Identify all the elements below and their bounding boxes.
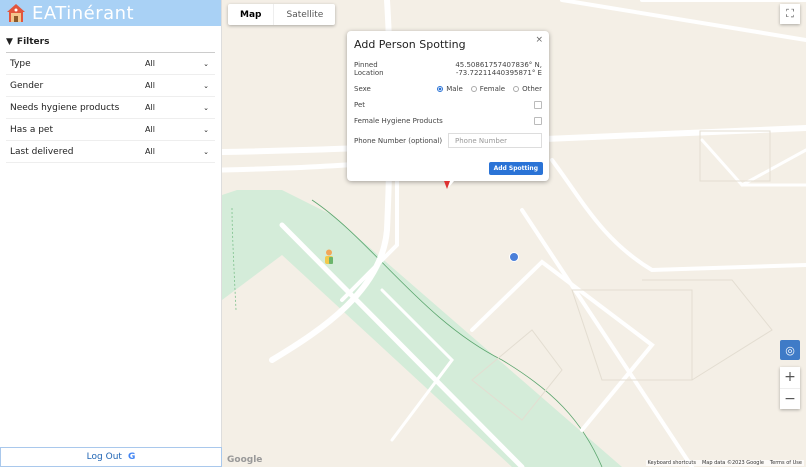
radio-male[interactable] xyxy=(437,86,444,92)
filter-label: Last delivered xyxy=(10,146,74,157)
phone-row: Phone Number (optional) Phone Number xyxy=(354,133,542,148)
google-icon: G xyxy=(127,452,136,462)
radio-label: Female xyxy=(479,85,506,93)
filter-select-gender[interactable]: All ⌄ xyxy=(145,81,215,90)
chevron-down-icon: ⌄ xyxy=(203,147,209,156)
pet-label: Pet xyxy=(354,101,366,109)
filter-row-pet: Has a pet All ⌄ xyxy=(6,119,215,141)
map-attribution: Keyboard shortcuts Map data ©2023 Google… xyxy=(645,460,804,466)
chevron-down-icon: ⌄ xyxy=(203,59,209,68)
filters-header[interactable]: ▼ Filters xyxy=(0,32,221,52)
phone-number-input[interactable]: Phone Number xyxy=(448,133,542,148)
radio-label: Other xyxy=(522,85,542,93)
hygiene-row: Female Hygiene Products xyxy=(354,117,542,125)
filter-value: All xyxy=(145,147,155,156)
keyboard-shortcuts-link[interactable]: Keyboard shortcuts xyxy=(648,460,696,466)
filter-list: Type All ⌄ Gender All ⌄ Needs hygiene pr… xyxy=(6,52,215,163)
filter-label: Has a pet xyxy=(10,124,53,135)
filter-label: Needs hygiene products xyxy=(10,102,120,113)
map-area[interactable]: Map Satellite ⛶ Add Person Spotting × Pi… xyxy=(222,0,806,467)
app-root: EATinérant ▼ Filters Type All ⌄ Gender A… xyxy=(0,0,806,467)
filter-select-hygiene[interactable]: All ⌄ xyxy=(145,103,215,112)
filter-row-type: Type All ⌄ xyxy=(6,53,215,75)
latitude-value: 45.50861757407836° N, xyxy=(455,61,542,69)
radio-label: Male xyxy=(446,85,463,93)
chevron-down-icon: ⌄ xyxy=(203,103,209,112)
map-type-control: Map Satellite xyxy=(228,4,336,25)
pinned-location-label: Pinned Location xyxy=(354,61,384,77)
sexe-radio-group: Male Female Other xyxy=(433,85,542,93)
app-title: EATinérant xyxy=(32,2,135,24)
pet-checkbox[interactable] xyxy=(534,101,542,109)
radio-female[interactable] xyxy=(470,86,477,92)
filter-label: Type xyxy=(10,58,31,69)
zoom-out-button[interactable]: − xyxy=(780,389,800,410)
chevron-down-icon: ⌄ xyxy=(203,81,209,90)
add-spotting-popup: Add Person Spotting × Pinned Location 45… xyxy=(347,31,549,187)
filter-value: All xyxy=(145,103,155,112)
logout-label: Log Out xyxy=(86,452,122,462)
filter-select-type[interactable]: All ⌄ xyxy=(145,59,215,68)
sexe-option-male[interactable]: Male xyxy=(437,85,463,93)
pinned-location-value: 45.50861757407836° N, -73.72211440395871… xyxy=(455,61,542,77)
zoom-control: + − xyxy=(780,367,800,409)
sexe-label: Sexe xyxy=(354,85,371,93)
brand-bar: EATinérant xyxy=(0,0,221,26)
pet-row: Pet xyxy=(354,101,542,109)
popup-title: Add Person Spotting xyxy=(354,38,466,51)
add-spotting-button[interactable]: Add Spotting xyxy=(488,162,543,175)
zoom-in-button[interactable]: + xyxy=(780,367,800,389)
terms-link[interactable]: Terms of Use xyxy=(770,460,802,466)
map-type-map-button[interactable]: Map xyxy=(228,4,275,25)
filter-row-gender: Gender All ⌄ xyxy=(6,75,215,97)
locate-me-icon[interactable]: ◎ xyxy=(780,340,800,360)
pin-marker-icon xyxy=(444,181,450,189)
longitude-value: -73.72211440395871° E xyxy=(455,69,542,77)
phone-label: Phone Number (optional) xyxy=(354,136,443,145)
filter-label: Gender xyxy=(10,80,44,91)
logout-button[interactable]: Log Out G xyxy=(0,447,222,467)
sexe-row: Sexe Male Female Other xyxy=(354,85,542,93)
hygiene-checkbox[interactable] xyxy=(534,117,542,125)
filter-value: All xyxy=(145,81,155,90)
sexe-option-female[interactable]: Female xyxy=(470,85,506,93)
filter-row-last-delivered: Last delivered All ⌄ xyxy=(6,141,215,163)
fullscreen-icon[interactable]: ⛶ xyxy=(780,4,800,24)
current-location-dot xyxy=(509,252,519,262)
radio-other[interactable] xyxy=(513,86,520,92)
hygiene-label: Female Hygiene Products xyxy=(354,117,443,125)
map-type-satellite-button[interactable]: Satellite xyxy=(274,4,335,25)
sexe-option-other[interactable]: Other xyxy=(513,85,542,93)
house-icon xyxy=(6,3,26,23)
close-icon[interactable]: × xyxy=(535,35,543,45)
filter-select-last-delivered[interactable]: All ⌄ xyxy=(145,147,215,156)
sidebar: EATinérant ▼ Filters Type All ⌄ Gender A… xyxy=(0,0,222,467)
chevron-down-icon: ⌄ xyxy=(203,125,209,134)
filter-value: All xyxy=(145,59,155,68)
pinned-location-row: Pinned Location 45.50861757407836° N, -7… xyxy=(354,61,542,77)
filters-header-label: Filters xyxy=(16,37,50,47)
filter-icon: ▼ xyxy=(6,37,13,47)
filter-select-pet[interactable]: All ⌄ xyxy=(145,125,215,134)
map-data-text: Map data ©2023 Google xyxy=(701,460,764,466)
google-logo: Google xyxy=(227,455,263,465)
street-view-pegman-icon[interactable] xyxy=(323,249,335,265)
filter-value: All xyxy=(145,125,155,134)
filter-row-hygiene: Needs hygiene products All ⌄ xyxy=(6,97,215,119)
